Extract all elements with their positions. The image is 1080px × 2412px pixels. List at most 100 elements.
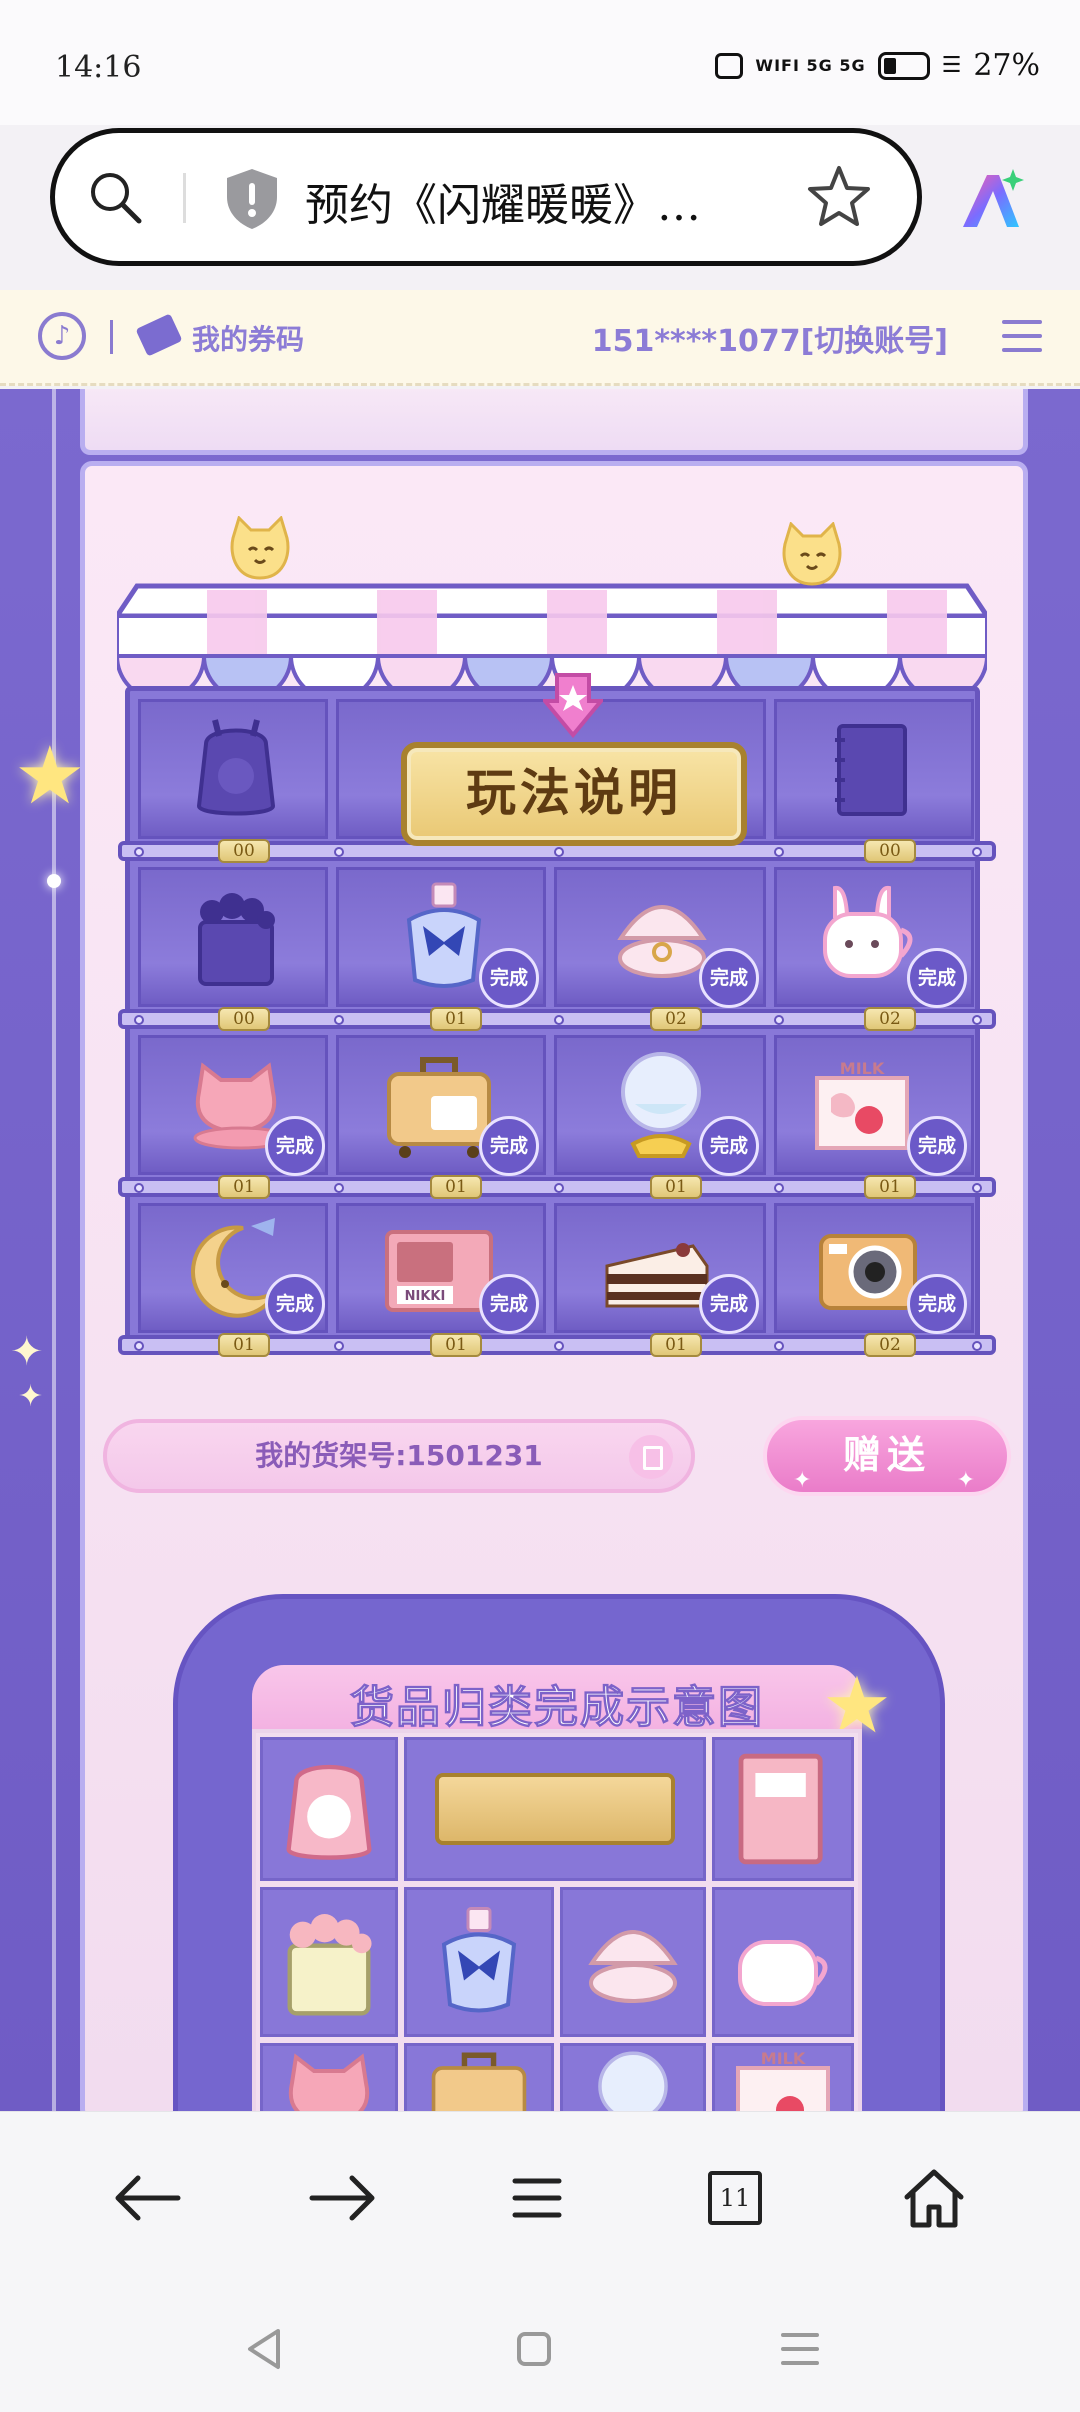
menu-icon[interactable]: [1002, 320, 1042, 354]
diagram-cell: [712, 1887, 854, 2037]
shelf-slot[interactable]: 完成: [774, 867, 974, 1008]
page-title[interactable]: 预约《闪耀暖暖》…: [305, 169, 701, 233]
item-count: 01: [430, 1333, 482, 1357]
shelf-slot[interactable]: 完成: [774, 1203, 974, 1334]
perfume-bottle-icon: [441, 1907, 517, 2013]
shield-icon[interactable]: [223, 167, 281, 231]
diagram-cell: [260, 2043, 398, 2111]
shelf-slot[interactable]: [138, 699, 328, 839]
tabs-count: 11: [708, 2171, 762, 2225]
pink-hat-icon: [288, 2053, 370, 2111]
sparkle-icon: ✦: [10, 1329, 44, 1375]
forward-button[interactable]: [303, 2158, 383, 2238]
send-button[interactable]: ✦ 赠送 ✦: [763, 1416, 1011, 1496]
copy-icon[interactable]: [629, 1435, 673, 1479]
bookmark-star-icon[interactable]: [805, 163, 873, 231]
diagram-cell: [712, 1737, 854, 1881]
shelf-slot[interactable]: 完成: [138, 1035, 328, 1176]
diagram-title: 货品归类完成示意图: [350, 1682, 764, 1734]
side-decoration-dot: [47, 874, 61, 888]
header-divider: [110, 320, 113, 354]
ai-assistant-icon[interactable]: [955, 165, 1027, 237]
item-count: 01: [430, 1175, 482, 1199]
done-badge: 完成: [479, 1116, 539, 1176]
flower-basket-icon: [198, 893, 275, 986]
down-arrow-icon: [543, 673, 603, 739]
system-home-button[interactable]: [504, 2321, 564, 2377]
menu-button[interactable]: [497, 2158, 577, 2238]
shelf-slot[interactable]: 完成: [554, 867, 766, 1008]
shelf: 00 00 完成 完成 完成 00 01 02 02 完成 完成 完成 MILK…: [105, 516, 1000, 1357]
search-icon[interactable]: [87, 169, 143, 225]
shelf-number: 我的货架号:1501231: [103, 1419, 695, 1493]
svg-text:MILK: MILK: [761, 2049, 806, 2068]
shelf-slot[interactable]: 完成: [336, 867, 546, 1008]
done-badge: 完成: [699, 1116, 759, 1176]
diagram-cell: [404, 1887, 554, 2037]
triangle-back-icon: [248, 2329, 280, 2369]
diagram-grid: MILK: [252, 1729, 862, 2111]
music-toggle-icon[interactable]: ♪: [38, 312, 86, 360]
back-button[interactable]: [107, 2158, 187, 2238]
item-count: 00: [864, 839, 916, 863]
shelf-slot[interactable]: 完成: [336, 1035, 546, 1176]
milk-carton-icon: MILK: [736, 2049, 830, 2111]
shelf-slot[interactable]: 完成: [138, 1203, 328, 1334]
system-back-button[interactable]: [234, 2321, 294, 2377]
rules-button[interactable]: 玩法说明: [401, 742, 747, 846]
home-button[interactable]: [894, 2158, 974, 2238]
item-count: 01: [650, 1333, 702, 1357]
face-icon: [715, 52, 744, 79]
notebook-icon: [835, 724, 907, 816]
address-divider: [183, 173, 186, 223]
shell-ring-box-icon: [588, 1930, 678, 2003]
diagram-cell: [560, 2043, 706, 2111]
side-decoration-line: [52, 389, 56, 2111]
item-count: 01: [650, 1175, 702, 1199]
shelf-slot[interactable]: MILK 完成: [774, 1035, 974, 1176]
forward-arrow-icon: [309, 2175, 375, 2221]
recents-lines-icon: [781, 2333, 819, 2365]
diagram-cell: [560, 1887, 706, 2037]
flower-basket-icon: [287, 1914, 372, 2016]
diagram-cell: MILK: [712, 2043, 854, 2111]
shelf-slot[interactable]: NIKKI 完成: [336, 1203, 546, 1334]
top-panel: [80, 389, 1028, 455]
address-bar[interactable]: 预约《闪耀暖暖》…: [50, 128, 922, 266]
shelf-number-text: 我的货架号:1501231: [255, 1439, 543, 1472]
my-coupon-link[interactable]: 我的券码: [192, 318, 304, 358]
shelf-slot[interactable]: [138, 867, 328, 1007]
cat-mascot-icon: [230, 516, 290, 580]
system-recents-button[interactable]: [770, 2321, 830, 2377]
svg-text:MILK: MILK: [840, 1059, 885, 1078]
square-home-icon: [517, 2332, 551, 2366]
switch-account-link[interactable]: 151****1077[切换账号]: [592, 316, 948, 360]
suitcase-icon: [431, 2052, 527, 2111]
item-count: 02: [864, 1007, 916, 1031]
item-count: 01: [864, 1175, 916, 1199]
back-arrow-icon: [115, 2175, 181, 2221]
tabs-button[interactable]: 11: [695, 2158, 775, 2238]
browser-bottom-nav: 11: [0, 2111, 1080, 2281]
bunny-mug-icon: [738, 1940, 828, 2006]
home-icon: [904, 2169, 964, 2228]
done-badge: 完成: [479, 948, 539, 1008]
star-decoration-icon: ★: [14, 729, 86, 822]
crystal-ball-icon: [621, 1052, 701, 1158]
shelf-slot[interactable]: [774, 699, 974, 839]
network-indicator: WIFI 5G 5G: [755, 56, 866, 75]
done-badge: 完成: [479, 1274, 539, 1334]
item-count: 01: [430, 1007, 482, 1031]
shelf-slot[interactable]: 完成: [554, 1035, 766, 1176]
done-badge: 完成: [265, 1116, 325, 1176]
item-count: 02: [864, 1333, 916, 1357]
main-panel: 00 00 完成 完成 完成 00 01 02 02 完成 完成 完成 MILK…: [80, 461, 1028, 2111]
done-badge: 完成: [699, 1274, 759, 1334]
game-area: ★ ✦ ✦ 00 00 完成 完成 完成 00 01 02 02 完成 完成 完…: [0, 389, 1080, 2111]
category-diagram: 货品归类完成示意图 ★ MILK: [173, 1594, 945, 2111]
item-count: 01: [218, 1333, 270, 1357]
menu-lines-icon: [512, 2178, 562, 2218]
notebook-icon: [738, 1753, 823, 1865]
shelf-slot[interactable]: 完成: [554, 1203, 766, 1334]
ticket-icon[interactable]: [135, 313, 183, 357]
